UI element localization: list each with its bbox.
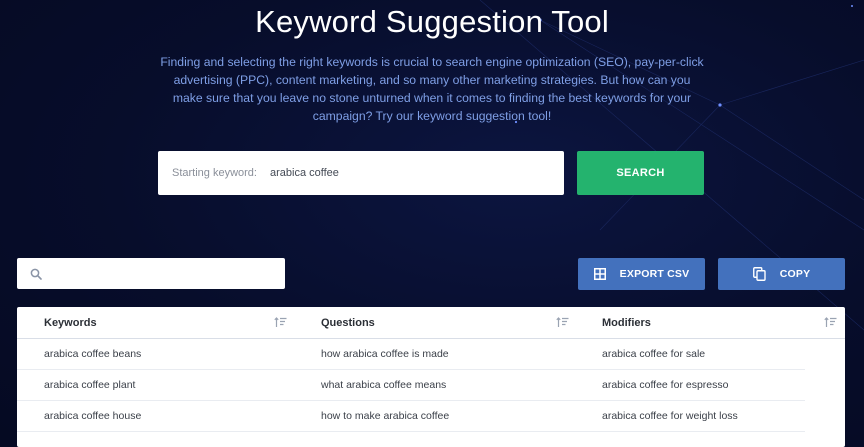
- column-header-label: Questions: [321, 316, 375, 329]
- search-button[interactable]: SEARCH: [577, 151, 704, 195]
- copy-label: COPY: [779, 268, 811, 280]
- column-header-questions[interactable]: Questions: [295, 307, 577, 339]
- export-csv-label: EXPORT CSV: [619, 268, 690, 280]
- table-row[interactable]: what arabica coffee means: [295, 370, 577, 401]
- sort-icon[interactable]: [556, 317, 569, 328]
- copy-button[interactable]: COPY: [718, 258, 845, 290]
- grid-icon: [593, 268, 606, 280]
- sort-icon[interactable]: [274, 317, 287, 328]
- keyword-search-field[interactable]: Starting keyword: arabica coffee: [158, 151, 564, 195]
- table-row[interactable]: arabica coffee for espresso: [577, 370, 805, 401]
- keyword-field-label: Starting keyword:: [172, 167, 257, 179]
- table-row[interactable]: how to make arabica coffee: [295, 401, 577, 432]
- table-row[interactable]: arabica coffee beans: [17, 339, 295, 370]
- modifiers-column: Modifiers arabica coffee for sale arabic…: [577, 307, 845, 447]
- column-header-keywords[interactable]: Keywords: [17, 307, 295, 339]
- page-title: Keyword Suggestion Tool: [255, 4, 609, 39]
- results-filter-input[interactable]: [17, 258, 285, 289]
- copy-icon: [752, 267, 766, 281]
- table-row[interactable]: arabica coffee for sale: [577, 339, 805, 370]
- sort-icon[interactable]: [824, 317, 837, 328]
- table-row[interactable]: how arabica coffee is made: [295, 339, 577, 370]
- table-row[interactable]: arabica coffee for weight loss: [577, 401, 805, 432]
- table-row[interactable]: arabica coffee house: [17, 401, 295, 432]
- column-header-modifiers[interactable]: Modifiers: [577, 307, 845, 339]
- export-csv-button[interactable]: EXPORT CSV: [578, 258, 705, 290]
- intro-paragraph: Finding and selecting the right keywords…: [160, 55, 704, 123]
- keyword-input[interactable]: arabica coffee: [270, 167, 339, 179]
- table-row[interactable]: arabica coffee plant: [17, 370, 295, 401]
- results-table: Keywords arabica coffee beans arabica co…: [17, 307, 845, 447]
- keywords-column: Keywords arabica coffee beans arabica co…: [17, 307, 295, 447]
- column-header-label: Keywords: [44, 316, 97, 329]
- search-icon: [30, 268, 42, 280]
- column-header-label: Modifiers: [602, 316, 651, 329]
- questions-column: Questions how arabica coffee is made wha…: [295, 307, 577, 447]
